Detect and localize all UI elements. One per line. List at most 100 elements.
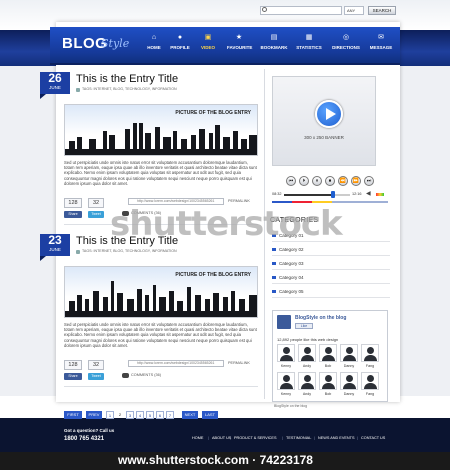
entry-title[interactable]: This is the Entry Title — [76, 73, 178, 85]
date-month: JUNE — [49, 247, 61, 252]
pause-icon[interactable]: ⏸ — [312, 176, 322, 186]
tag-icon — [76, 88, 80, 92]
pagination-page[interactable]: 1 — [106, 411, 114, 419]
search-button[interactable]: SEARCH — [368, 6, 396, 15]
avatar[interactable] — [298, 344, 316, 362]
pagination-next[interactable]: NEXT — [182, 411, 198, 419]
rewind-icon[interactable]: ⏪ — [338, 176, 348, 186]
nav-label: FAVOURITE — [227, 45, 253, 50]
stop-icon[interactable]: ⏹ — [325, 176, 335, 186]
share-button[interactable]: Share — [64, 373, 82, 380]
category-item[interactable]: Category 04 — [272, 274, 390, 284]
nav-item-favourite[interactable]: ★ FAVOURITE — [227, 34, 253, 60]
nav-item-bookmark[interactable]: ▤ BOOKMARK — [260, 34, 288, 60]
permalink-link[interactable]: PERMALINK — [228, 361, 250, 365]
pagination-page[interactable]: 3 — [126, 411, 134, 419]
footer-link[interactable]: TESTIMONIAL — [286, 436, 311, 440]
footer-question: Got a question? Call us — [64, 428, 115, 433]
facebook-like-count: 12,892 people like this web design — [277, 337, 339, 342]
category-item[interactable]: Category 02 — [272, 246, 390, 256]
avatar[interactable] — [361, 372, 379, 390]
footer-link[interactable]: CONTACT US — [361, 436, 385, 440]
facebook-like-button[interactable]: Like — [295, 323, 313, 329]
footer-link[interactable]: PRODUCT & SERVICES — [234, 436, 276, 440]
skyline-building — [117, 293, 123, 313]
entry-tags[interactable]: TAGS: INTERNET, BLOG, TECHNOLOGY, INFORM… — [82, 249, 177, 253]
footer-link[interactable]: ABOUT US — [212, 436, 231, 440]
time-end: 12:16 — [352, 192, 362, 196]
nav-item-video[interactable]: ▣ VIDEO — [200, 34, 216, 60]
avatar-head — [367, 347, 374, 354]
forward-icon[interactable]: ⏩ — [351, 176, 361, 186]
next-icon[interactable]: ⏭ — [364, 176, 374, 186]
star-icon: ★ — [235, 34, 243, 41]
nav-item-profile[interactable]: ● PROFILE — [170, 34, 190, 60]
video-icon: ▣ — [204, 34, 212, 41]
comments-link[interactable]: COMMENTS (36) — [131, 373, 161, 377]
tweet-button[interactable]: Tweet — [88, 211, 104, 218]
profile-icon: ● — [177, 34, 183, 41]
seek-handle[interactable] — [331, 191, 335, 198]
avatar-name: Bob — [324, 364, 332, 368]
tweet-count[interactable]: 32 — [88, 198, 104, 208]
accent-strip-red — [292, 201, 312, 203]
avatar[interactable] — [319, 372, 337, 390]
volume-level[interactable] — [376, 193, 384, 196]
previous-icon[interactable]: ⏮ — [286, 176, 296, 186]
footer-link[interactable]: HOME — [192, 436, 203, 440]
avatar[interactable] — [340, 372, 358, 390]
entry-image[interactable]: PICTURE OF THE BLOG ENTRY — [64, 104, 258, 156]
accent-strip-yellow — [312, 201, 332, 203]
facebook-title[interactable]: BlogStyle on the blog — [295, 315, 346, 321]
nav-item-statistics[interactable]: ▦ STATISTICS — [296, 34, 322, 60]
entry-image[interactable]: PICTURE OF THE BLOG ENTRY — [64, 266, 258, 318]
pagination-prev[interactable]: PREV — [86, 411, 102, 419]
share-button[interactable]: Share — [64, 211, 82, 218]
avatar[interactable] — [361, 344, 379, 362]
pagination-last[interactable]: LAST — [202, 411, 218, 419]
avatar-head — [346, 375, 353, 382]
play-icon[interactable]: ⏵ — [299, 176, 309, 186]
nav-item-directions[interactable]: ◎ DIRECTIONS — [332, 34, 360, 60]
like-count[interactable]: 128 — [64, 198, 82, 208]
avatar-body — [322, 355, 335, 361]
category-item[interactable]: Category 05 — [272, 288, 390, 298]
skyline-building — [187, 287, 191, 313]
entry-url[interactable]: http://www.lorem.com/webdesign/100234556… — [128, 360, 224, 367]
skyline-building — [111, 281, 114, 313]
pagination-page[interactable]: 2 — [116, 411, 124, 419]
bar-chart-icon: ▦ — [305, 34, 313, 41]
avatar[interactable] — [277, 344, 295, 362]
category-item[interactable]: Category 03 — [272, 260, 390, 270]
footer-link[interactable]: NEWS AND EVENTS — [318, 436, 355, 440]
category-label: Category 02 — [279, 247, 304, 252]
like-count[interactable]: 128 — [64, 360, 82, 370]
search-input[interactable] — [260, 6, 342, 15]
pagination-page[interactable]: 6 — [156, 411, 164, 419]
nav-item-message[interactable]: ✉ MESSAGE — [368, 34, 394, 60]
volume-icon[interactable]: ◀ — [366, 191, 374, 197]
avatar[interactable] — [277, 372, 295, 390]
nav-item-home[interactable]: ⌂ HOME — [145, 34, 163, 60]
avatar[interactable] — [319, 344, 337, 362]
avatar[interactable] — [340, 344, 358, 362]
skyline-building — [223, 297, 228, 313]
tweet-count[interactable]: 32 — [88, 360, 104, 370]
skyline-building — [155, 127, 160, 151]
city-skyline-illustration — [65, 123, 257, 155]
date-flag-fold — [40, 94, 46, 99]
pagination-page[interactable]: 7 — [166, 411, 174, 419]
skyline-building — [103, 297, 108, 313]
pagination-page[interactable]: 4 — [136, 411, 144, 419]
entry-body: Sed ut perspiciatis unde omnis iste natu… — [64, 322, 257, 348]
search-icon — [262, 7, 267, 12]
permalink-link[interactable]: PERMALINK — [228, 199, 250, 203]
avatar[interactable] — [298, 372, 316, 390]
search-scope-select[interactable]: ANY — [344, 6, 364, 15]
tweet-button[interactable]: Tweet — [88, 373, 104, 380]
entry-tags[interactable]: TAGS: INTERNET, BLOG, TECHNOLOGY, INFORM… — [82, 87, 177, 91]
pagination-page[interactable]: 5 — [146, 411, 154, 419]
pagination-first[interactable]: FIRST — [64, 411, 82, 419]
avatar-head — [283, 347, 290, 354]
footer-separator: | — [357, 436, 358, 440]
